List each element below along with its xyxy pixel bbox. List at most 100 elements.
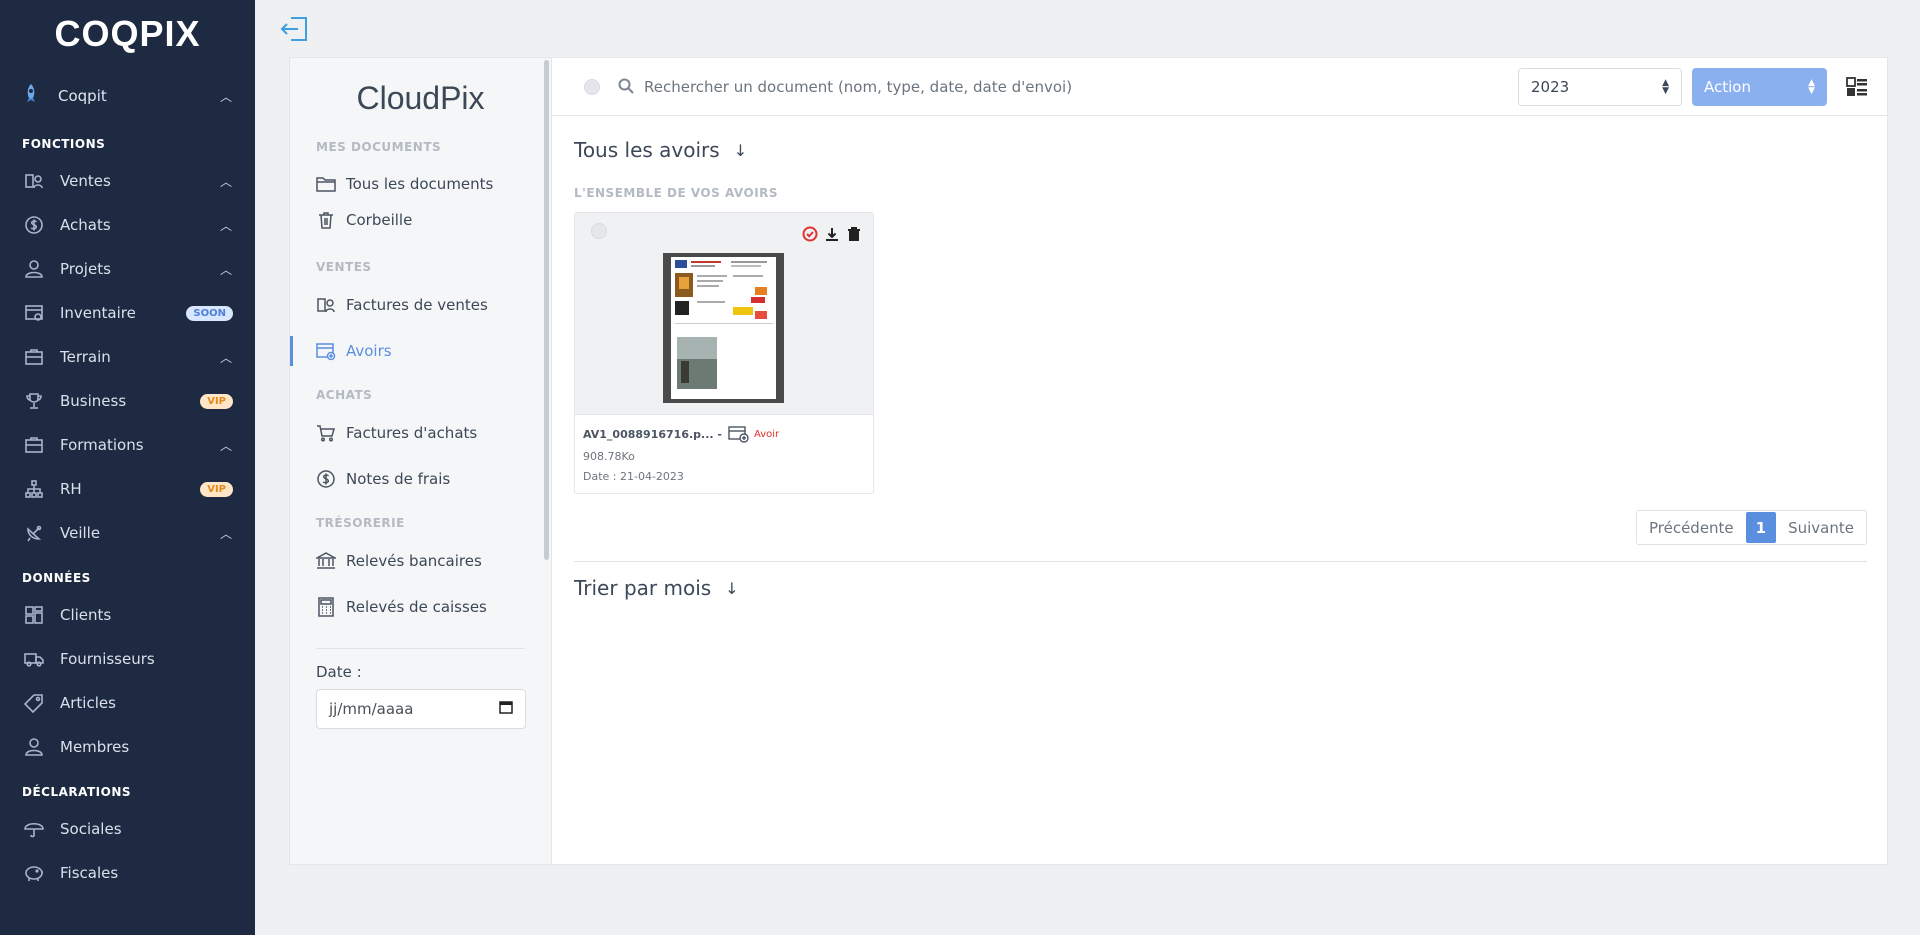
- docnav-item-label: Factures de ventes: [346, 296, 488, 314]
- sidebar-item-formations[interactable]: Formations ︿: [0, 423, 255, 467]
- sort-by-month-heading[interactable]: Trier par mois ↓: [574, 576, 739, 600]
- calendar-icon[interactable]: [499, 700, 513, 718]
- coqpix-logo[interactable]: COQPIX: [0, 0, 255, 68]
- section-heading-text: Tous les avoirs: [574, 138, 720, 162]
- sidebar-item-veille[interactable]: Veille ︿: [0, 511, 255, 555]
- docnav-item-factures-de-ventes[interactable]: Factures de ventes: [290, 282, 551, 328]
- section-heading-avoirs[interactable]: Tous les avoirs ↓: [574, 138, 1887, 162]
- year-select-value: 2023: [1531, 77, 1570, 96]
- validate-icon[interactable]: [801, 225, 819, 243]
- docnav-item-tous-les-documents[interactable]: Tous les documents: [290, 166, 551, 202]
- credit-note-icon: [316, 341, 336, 361]
- docnav-item-avoirs[interactable]: Avoirs: [290, 328, 551, 374]
- action-select[interactable]: Action ▲ ▼: [1692, 67, 1827, 106]
- pagination: Précédente 1 Suivante: [1635, 510, 1867, 545]
- bank-icon: [316, 551, 336, 571]
- document-actions: [801, 225, 863, 243]
- docnav-item-notes-de-frais[interactable]: Notes de frais: [290, 456, 551, 502]
- workspace-selector[interactable]: Coqpit ︿: [0, 71, 255, 121]
- sidebar-item-projets[interactable]: Projets ︿: [0, 247, 255, 291]
- year-select[interactable]: 2023 ▲ ▼: [1518, 67, 1682, 106]
- docnav-section-ventes: VENTES: [316, 260, 372, 274]
- date-filter-input[interactable]: jj/mm/aaaa: [316, 689, 526, 729]
- pagination-next[interactable]: Suivante: [1776, 511, 1866, 544]
- sidebar-item-label: Projets: [60, 260, 111, 278]
- briefcase-icon: [22, 433, 46, 457]
- chevron-up-icon: ︿: [219, 350, 232, 365]
- docnav-item-releves-bancaires[interactable]: Relevés bancaires: [290, 538, 551, 584]
- download-icon[interactable]: [823, 225, 841, 243]
- vip-badge: VIP: [200, 481, 233, 497]
- sidebar-item-terrain[interactable]: Terrain ︿: [0, 335, 255, 379]
- cloudpix-panel: CloudPix MES DOCUMENTS Tous les document…: [289, 57, 1888, 865]
- sidebar-item-label: Business: [60, 392, 127, 410]
- docnav-item-label: Factures d'achats: [346, 424, 478, 442]
- collapse-sidebar-button[interactable]: [278, 14, 310, 44]
- docnav-item-factures-d-achats[interactable]: Factures d'achats: [290, 410, 551, 456]
- pagination-prev[interactable]: Précédente: [1637, 511, 1746, 544]
- document-size: 908.78Ko: [583, 450, 635, 463]
- cart-icon: [316, 423, 336, 443]
- document-preview-page: [671, 257, 776, 399]
- docnav-item-label: Avoirs: [346, 342, 392, 360]
- document-select-radio[interactable]: [591, 223, 607, 239]
- delete-icon[interactable]: [845, 225, 863, 243]
- document-name-row: AV1_0088916716.p... - Avoir: [583, 425, 865, 443]
- folder-icon: [316, 174, 336, 194]
- sidebar-item-inventaire[interactable]: Inventaire SOON: [0, 291, 255, 335]
- sidebar-item-fournisseurs[interactable]: Fournisseurs: [0, 637, 255, 681]
- document-thumbnail[interactable]: [575, 213, 873, 415]
- document-nav: CloudPix MES DOCUMENTS Tous les document…: [290, 58, 552, 864]
- docnav-divider: [316, 648, 525, 649]
- docnav-item-label: Relevés bancaires: [346, 552, 482, 570]
- sidebar-item-label: Sociales: [60, 820, 122, 838]
- sidebar-item-label: Inventaire: [60, 304, 136, 322]
- truck-icon: [22, 647, 46, 671]
- sidebar-item-clients[interactable]: Clients: [0, 593, 255, 637]
- layout-icon: [22, 603, 46, 627]
- sidebar-item-label: Fiscales: [60, 864, 119, 882]
- chevron-up-icon: ︿: [219, 174, 232, 189]
- sidebar-item-membres[interactable]: Membres: [0, 725, 255, 769]
- view-toggle-icon[interactable]: [1845, 75, 1869, 99]
- sidebar-item-label: Ventes: [60, 172, 111, 190]
- workspace-label: Coqpit: [58, 87, 107, 105]
- tag-icon: [22, 691, 46, 715]
- sidebar-item-ventes[interactable]: Ventes ︿: [0, 159, 255, 203]
- sidebar-item-label: Membres: [60, 738, 130, 756]
- inventory-icon: [22, 301, 46, 325]
- docnav-item-releves-de-caisses[interactable]: Relevés de caisses: [290, 584, 551, 630]
- chevron-up-icon: ︿: [219, 218, 232, 233]
- document-toolbar: 2023 ▲▼ Action ▲▼: [552, 58, 1887, 116]
- docnav-item-corbeille[interactable]: Corbeille: [290, 202, 551, 238]
- sidebar-item-fiscales[interactable]: Fiscales: [0, 851, 255, 895]
- docnav-section-mes-documents: MES DOCUMENTS: [316, 140, 442, 154]
- sidebar-item-rh[interactable]: RH VIP: [0, 467, 255, 511]
- sidebar-item-sociales[interactable]: Sociales: [0, 807, 255, 851]
- sidebar-item-achats[interactable]: Achats ︿: [0, 203, 255, 247]
- document-card[interactable]: AV1_0088916716.p... - Avoir 908.78Ko Dat…: [574, 212, 874, 494]
- sidebar-item-articles[interactable]: Articles: [0, 681, 255, 725]
- search-icon: [618, 78, 636, 96]
- section-divider: [574, 561, 1867, 562]
- date-placeholder: jj/mm/aaaa: [329, 700, 414, 718]
- sidebar-item-label: Achats: [60, 216, 111, 234]
- search-input[interactable]: [636, 77, 1506, 96]
- document-meta: AV1_0088916716.p... - Avoir 908.78Ko Dat…: [575, 415, 873, 493]
- piggy-bank-icon: [22, 861, 46, 885]
- umbrella-icon: [22, 817, 46, 841]
- sidebar-section-declarations: DÉCLARATIONS: [22, 785, 132, 799]
- select-all-radio[interactable]: [584, 78, 600, 95]
- select-arrows-icon: ▲ ▼: [1662, 77, 1669, 96]
- sidebar-item-label: Formations: [60, 436, 144, 454]
- sidebar-item-label: Terrain: [60, 348, 111, 366]
- select-arrows-icon: ▲ ▼: [1808, 77, 1815, 96]
- document-name[interactable]: AV1_0088916716.p... -: [583, 428, 722, 441]
- sidebar-section-donnees: DONNÉES: [22, 571, 91, 585]
- soon-badge: SOON: [186, 305, 233, 321]
- pagination-page-1[interactable]: 1: [1745, 512, 1777, 543]
- sidebar-item-business[interactable]: Business VIP: [0, 379, 255, 423]
- trash-icon: [316, 210, 336, 230]
- arrow-down-icon: ↓: [733, 140, 748, 160]
- sidebar-item-label: Clients: [60, 606, 112, 624]
